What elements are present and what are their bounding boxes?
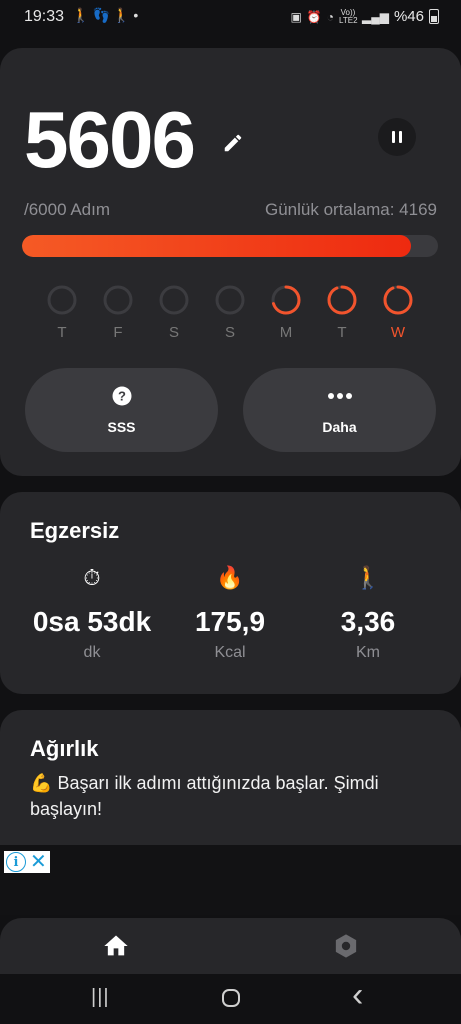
duration-stat: ⏱ 0sa 53dk dk [22,564,162,662]
faq-button[interactable]: ? SSS [25,368,218,452]
day-ring-icon [159,285,189,315]
ad-close-icon[interactable]: ✕ [30,852,47,872]
calories-stat: 🔥 175,9 Kcal [160,564,300,662]
day-label: S [224,324,235,341]
daily-average: Günlük ortalama: 4169 [265,200,437,219]
faq-label: SSS [107,419,136,435]
day-progress-6[interactable]: W [378,284,418,341]
status-time: 19:33 [24,8,65,25]
walker-icon: 🚶 [354,565,382,590]
question-icon: ? [112,386,131,406]
system-navigation-bar: ||| ‹ [0,974,461,1024]
day-ring-icon [327,285,357,315]
wifi-icon: ◔ [326,9,334,24]
footsteps-icon: 👣 [92,7,113,23]
back-button[interactable]: ‹ [352,978,363,1012]
day-progress-1[interactable]: F [98,284,138,341]
pause-button[interactable] [378,118,416,156]
weight-title: Ağırlık [30,736,99,761]
status-bar: 19:33 🚶👣🚶• ▣ ⏰ ◔ Vo)) LTE2 ▂▄▆ %46 [0,0,461,34]
more-button[interactable]: Daha [243,368,436,452]
ad-info-icon[interactable]: i [6,852,26,872]
ad-choices-badge[interactable]: i ✕ [4,851,50,873]
day-progress-4[interactable]: M [266,284,306,341]
weekly-progress: TFSSMTW [0,284,461,354]
battery-icon [429,9,439,24]
alarm-icon: ⏰ [306,9,322,24]
weight-message-text: Başarı ilk adımı attığınızda başlar. Şim… [30,773,379,819]
exercise-card[interactable]: Egzersiz ⏱ 0sa 53dk dk 🔥 175,9 Kcal 🚶 3,… [0,492,461,694]
day-ring-icon [103,285,133,315]
distance-value: 3,36 [340,606,396,637]
distance-unit: Km [356,644,380,661]
step-progress-bar [22,235,438,257]
status-notification-icons: 🚶👣🚶• [72,7,141,24]
day-label: F [113,324,123,341]
day-ring-icon [215,285,245,315]
bottom-navigation [0,918,461,974]
more-dots-icon [327,393,352,399]
day-progress-2[interactable]: S [154,284,194,341]
day-ring-icon [271,285,301,315]
duration-value: 0sa 53dk [32,606,152,637]
flexed-bicep-icon: 💪 [30,773,53,793]
volte-icon: Vo)) LTE2 [339,7,358,25]
step-goal: /6000 Adım [24,200,111,219]
exercise-title: Egzersiz [30,518,120,543]
home-button[interactable] [221,988,241,1008]
stopwatch-icon: ⏱ [83,565,101,590]
day-progress-3[interactable]: S [210,284,250,341]
day-ring-icon [383,285,413,315]
recents-button[interactable]: ||| [91,986,110,1009]
step-count: 5606 [24,95,196,184]
svg-text:?: ? [118,389,126,404]
day-label: M [279,324,293,341]
fire-icon: 🔥 [216,565,244,590]
signal-icon: ▂▄▆ [362,9,389,24]
day-label: T [337,324,347,341]
walking-icon: 🚶 [112,7,134,23]
dot-icon: • [133,7,142,23]
pause-icon-bar [392,131,395,143]
calories-unit: Kcal [214,644,246,661]
calories-value: 175,9 [194,606,266,637]
status-right: ▣ ⏰ ◔ Vo)) LTE2 ▂▄▆ %46 [290,8,439,25]
distance-stat: 🚶 3,36 Km [298,564,438,662]
screenshot-icon: ▣ [290,9,302,24]
step-progress-fill [22,235,411,257]
walking-icon: 🚶 [72,7,93,23]
battery-percent: %46 [393,8,424,25]
home-icon[interactable] [102,932,130,960]
day-progress-5[interactable]: T [322,284,362,341]
edit-icon[interactable] [222,132,244,154]
steps-card: 5606 /6000 Adım Günlük ortalama: 4169 T F… [0,48,461,476]
day-label: S [168,324,179,341]
duration-unit: dk [83,644,101,661]
more-label: Daha [322,419,357,435]
pause-icon-bar [399,131,402,143]
day-label: W [390,324,406,341]
day-ring-icon [47,285,77,315]
day-label: T [57,324,67,341]
weight-message: 💪 Başarı ilk adımı attığınızda başlar. Ş… [30,770,430,822]
ad-banner[interactable]: i ✕ [0,845,461,915]
day-progress-0[interactable]: T [42,284,82,341]
settings-hex-icon[interactable] [332,932,360,960]
